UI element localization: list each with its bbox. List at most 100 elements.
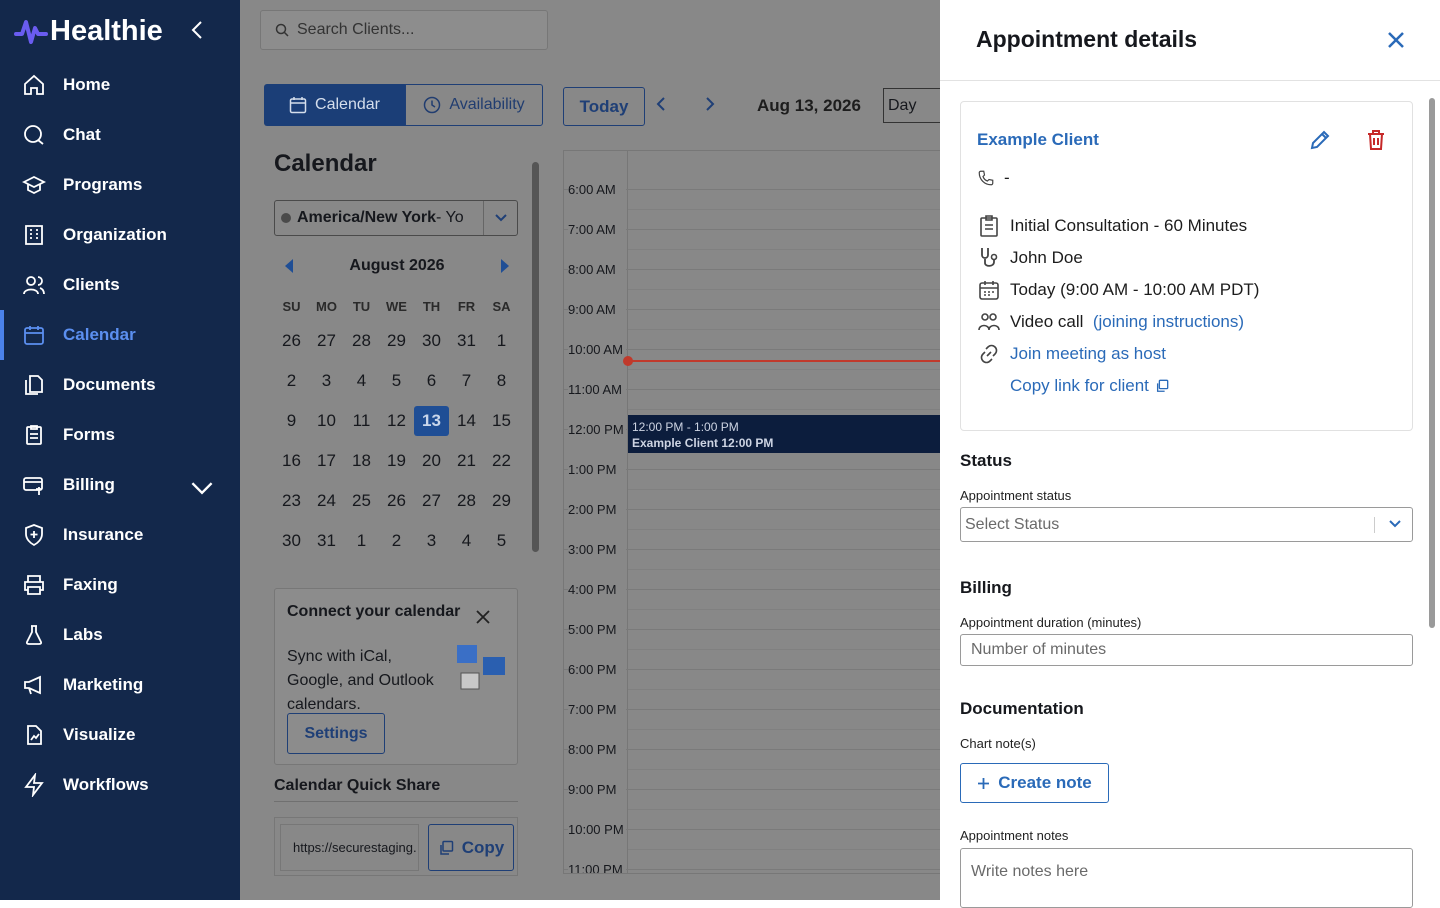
calendar-day[interactable]: 30 xyxy=(414,326,449,356)
calendar-day[interactable]: 23 xyxy=(274,486,309,516)
calendar-day[interactable]: 28 xyxy=(449,486,484,516)
tab-calendar[interactable]: Calendar xyxy=(264,84,405,126)
calendar-day[interactable]: 25 xyxy=(344,486,379,516)
create-note-button[interactable]: Create note xyxy=(960,763,1109,803)
selected-day[interactable]: 13 xyxy=(414,406,449,436)
sidebar-item-forms[interactable]: Forms xyxy=(0,410,240,460)
status-select[interactable]: Select Status xyxy=(960,507,1413,542)
calendar-day[interactable]: 1 xyxy=(484,326,519,356)
panel-scrollbar[interactable] xyxy=(1426,84,1436,900)
sidebar-item-label: Workflows xyxy=(63,775,149,794)
copy-icon[interactable] xyxy=(1155,379,1169,393)
calendar-day[interactable]: 2 xyxy=(274,366,309,396)
sidebar-item-organization[interactable]: Organization xyxy=(0,210,240,260)
calendar-day[interactable]: 26 xyxy=(379,486,414,516)
calendar-day[interactable]: 15 xyxy=(484,406,519,436)
calendar-day[interactable]: 18 xyxy=(344,446,379,476)
calendar-day[interactable]: 22 xyxy=(484,446,519,476)
notes-textarea[interactable]: Write notes here xyxy=(960,848,1413,908)
calendar-day[interactable]: 10 xyxy=(309,406,344,436)
tab-availability[interactable]: Availability xyxy=(405,84,543,126)
clipboard-icon xyxy=(26,425,42,445)
sidebar-item-documents[interactable]: Documents xyxy=(0,360,240,410)
join-meeting-link[interactable]: Join meeting as host xyxy=(1010,344,1166,364)
calendar-day[interactable]: 4 xyxy=(344,366,379,396)
calendar-day[interactable]: 21 xyxy=(449,446,484,476)
settings-button[interactable]: Settings xyxy=(287,713,385,754)
sidebar-item-faxing[interactable]: Faxing xyxy=(0,560,240,610)
copy-link-label[interactable]: Copy link for client xyxy=(1010,376,1149,396)
calendar-day[interactable]: 27 xyxy=(309,326,344,356)
next-day-icon[interactable] xyxy=(705,96,715,112)
calendar-day[interactable]: 14 xyxy=(449,406,484,436)
calendar-day[interactable]: 28 xyxy=(344,326,379,356)
calendar-day[interactable]: 1 xyxy=(344,526,379,556)
calendar-day[interactable]: 24 xyxy=(309,486,344,516)
sidebar-item-insurance[interactable]: Insurance xyxy=(0,510,240,560)
collapse-sidebar-button[interactable] xyxy=(184,16,210,44)
calendar-day[interactable]: 20 xyxy=(414,446,449,476)
calendar-day[interactable]: 27 xyxy=(414,486,449,516)
calendar-day[interactable]: 5 xyxy=(484,526,519,556)
previous-day-icon[interactable] xyxy=(656,96,666,112)
sidebar-item-workflows[interactable]: Workflows xyxy=(0,760,240,810)
close-icon[interactable] xyxy=(475,609,491,625)
client-name-link[interactable]: Example Client xyxy=(977,130,1099,150)
sidebar-item-programs[interactable]: Programs xyxy=(0,160,240,210)
duration-input[interactable]: Number of minutes xyxy=(960,634,1413,666)
sidebar-item-clients[interactable]: Clients xyxy=(0,260,240,310)
share-url-field[interactable]: https://securestaging. xyxy=(280,824,419,871)
sidebar-item-billing[interactable]: Billing xyxy=(0,460,240,510)
chevron-down-icon[interactable] xyxy=(190,476,214,500)
next-month-icon[interactable] xyxy=(500,258,510,274)
calendar-day[interactable]: 6 xyxy=(414,366,449,396)
calendar-day[interactable]: 3 xyxy=(414,526,449,556)
call-type-row: Video call (joining instructions) xyxy=(977,310,1244,334)
joining-instructions-link[interactable]: (joining instructions) xyxy=(1093,312,1244,332)
calendar-day[interactable]: 9 xyxy=(274,406,309,436)
calendar-day[interactable]: 31 xyxy=(449,326,484,356)
sidebar-item-marketing[interactable]: Marketing xyxy=(0,660,240,710)
healthie-logo[interactable]: Healthie xyxy=(14,12,163,50)
sidebar-item-calendar[interactable]: Calendar xyxy=(0,310,240,360)
calendar-day[interactable]: 26 xyxy=(274,326,309,356)
calendar-day[interactable]: 8 xyxy=(484,366,519,396)
edit-icon[interactable] xyxy=(1309,129,1331,151)
calendar-day[interactable]: 4 xyxy=(449,526,484,556)
search-input[interactable]: Search Clients... xyxy=(260,10,548,50)
megaphone-icon xyxy=(24,675,41,695)
calendar-day[interactable]: 19 xyxy=(379,446,414,476)
trash-icon[interactable] xyxy=(1366,129,1386,151)
appointment-event[interactable]: 12:00 PM - 1:00 PM Example Client 12:00 … xyxy=(628,415,942,453)
calendar-day[interactable]: 2 xyxy=(379,526,414,556)
calendar-day[interactable]: 11 xyxy=(344,406,379,436)
calendar-day[interactable]: 29 xyxy=(379,326,414,356)
half-hour-line xyxy=(628,470,942,490)
timezone-dropdown[interactable] xyxy=(483,201,517,235)
calendar-day[interactable]: 31 xyxy=(309,526,344,556)
calendar-day[interactable]: 12 xyxy=(379,406,414,436)
today-button[interactable]: Today xyxy=(563,87,645,126)
previous-month-icon[interactable] xyxy=(284,258,294,274)
close-icon[interactable] xyxy=(1384,28,1408,52)
calendar-day[interactable]: 16 xyxy=(274,446,309,476)
calendar-day[interactable]: 29 xyxy=(484,486,519,516)
copy-button[interactable]: Copy xyxy=(428,824,514,871)
time-slot[interactable]: 11:00 PM xyxy=(564,862,942,873)
calendar-day[interactable]: 17 xyxy=(309,446,344,476)
left-pane-scrollbar[interactable] xyxy=(532,148,540,888)
calendar-day[interactable]: 7 xyxy=(449,366,484,396)
calendar-day[interactable]: 5 xyxy=(379,366,414,396)
sidebar-item-chat[interactable]: Chat xyxy=(0,110,240,160)
sidebar-item-labs[interactable]: Labs xyxy=(0,610,240,660)
copy-link-row[interactable]: Copy link for client xyxy=(1010,376,1169,396)
connect-body: Sync with iCal, Google, and Outlook cale… xyxy=(287,648,434,713)
sidebar-item-visualize[interactable]: Visualize xyxy=(0,710,240,760)
scrollbar-thumb[interactable] xyxy=(532,162,539,552)
calendar-day[interactable]: 30 xyxy=(274,526,309,556)
timezone-select[interactable]: America/New York - Yo xyxy=(274,200,518,236)
calendar-day[interactable]: 3 xyxy=(309,366,344,396)
view-select[interactable]: Day xyxy=(883,88,943,123)
sidebar-item-home[interactable]: Home xyxy=(0,60,240,110)
scrollbar-thumb[interactable] xyxy=(1429,98,1435,628)
